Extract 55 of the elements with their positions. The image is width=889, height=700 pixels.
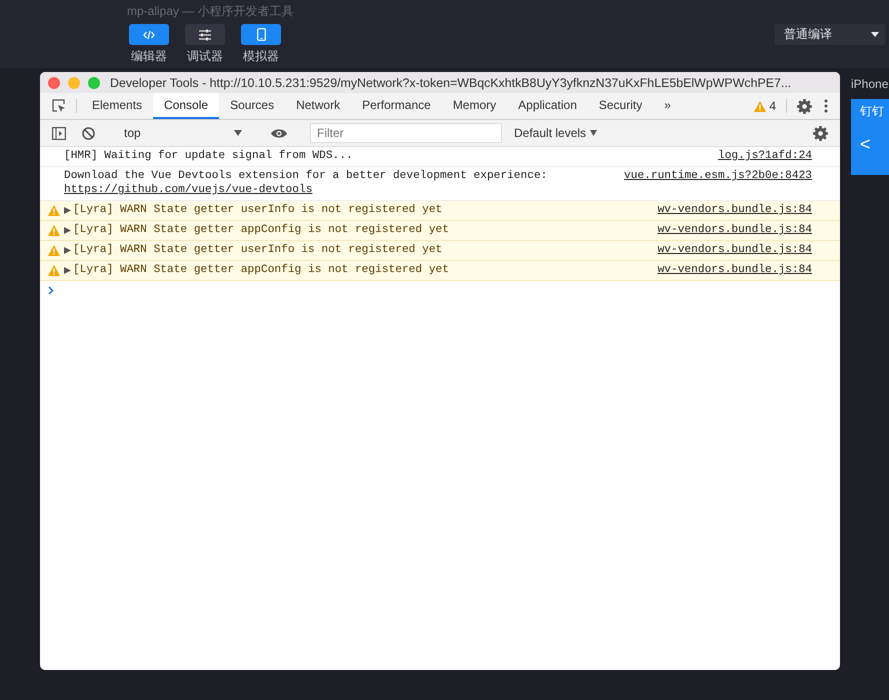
- mode-label: 调试器: [187, 48, 223, 65]
- caret-icon: [234, 130, 242, 136]
- back-button[interactable]: <: [860, 134, 889, 155]
- warning-icon: [48, 244, 60, 256]
- devtools-tab[interactable]: Application: [507, 93, 588, 119]
- filter-field[interactable]: Filter: [310, 123, 502, 143]
- warning-icon: [48, 224, 60, 236]
- message-text: [Lyra] WARN State getter appConfig is not registered yet: [73, 223, 449, 237]
- sliders-icon: [198, 28, 212, 40]
- source-link[interactable]: wv-vendors.bundle.js:84: [658, 203, 812, 217]
- message-text: Download the Vue Devtools extension for a better development experience:: [64, 169, 548, 183]
- devtools-tab[interactable]: Memory: [442, 93, 508, 119]
- window-title: Developer Tools - http://10.10.5.231:9529/myNetwork?x-token=WBqcKxhtkB8UyY3yfknzN37uKxFhLE5bElWpWPWchPE7...: [110, 76, 792, 90]
- caret-icon: [590, 130, 598, 136]
- source-link[interactable]: wv-vendors.bundle.js:84: [658, 243, 812, 257]
- warning-icon: [48, 204, 60, 216]
- message-text: [Lyra] WARN State getter appConfig is not registered yet: [73, 263, 449, 277]
- devtools-tab[interactable]: Performance: [351, 93, 442, 119]
- source-link[interactable]: wv-vendors.bundle.js:84: [658, 263, 812, 277]
- expand-arrow-icon[interactable]: [64, 266, 71, 274]
- devtools-tab[interactable]: Console: [153, 93, 220, 119]
- levels-select[interactable]: Default levels: [506, 126, 606, 140]
- expand-arrow-icon[interactable]: [64, 206, 71, 214]
- warning-counter[interactable]: 4: [748, 93, 782, 119]
- mode-button[interactable]: [185, 24, 225, 45]
- prompt-icon: [48, 286, 54, 294]
- caret-icon: [871, 32, 879, 37]
- expand-arrow-icon[interactable]: [64, 246, 71, 254]
- settings-icon[interactable]: [813, 126, 828, 140]
- device-label: iPhone: [851, 76, 889, 91]
- warning-icon: [754, 100, 766, 112]
- context-select[interactable]: top: [118, 123, 248, 143]
- message-link[interactable]: https://github.com/vuejs/vue-devtools: [64, 183, 612, 197]
- compile-select[interactable]: 普通编译: [775, 24, 885, 45]
- app-title: mp-alipay — 小程序开发者工具: [127, 3, 294, 20]
- source-link[interactable]: vue.runtime.esm.js?2b0e:8423: [624, 169, 812, 183]
- expand-arrow-icon[interactable]: [64, 226, 71, 234]
- warning-count: 4: [769, 99, 776, 113]
- code-icon: [143, 30, 155, 40]
- devtools-tab[interactable]: Network: [285, 93, 352, 119]
- source-link[interactable]: wv-vendors.bundle.js:84: [658, 223, 812, 237]
- mode-label: 编辑器: [131, 48, 167, 65]
- more-tabs-button[interactable]: »: [653, 93, 682, 119]
- source-link[interactable]: log.js?1afd:24: [718, 149, 812, 163]
- message-text: [Lyra] WARN State getter userInfo is not registered yet: [73, 203, 442, 217]
- nav-title: 钉钉: [860, 103, 885, 120]
- settings-icon[interactable]: [797, 98, 812, 114]
- devtools-tab[interactable]: Security: [588, 93, 654, 119]
- devtools-tab[interactable]: Elements: [81, 93, 154, 119]
- phone-icon: [256, 28, 266, 41]
- message-text: [Lyra] WARN State getter userInfo is not registered yet: [73, 243, 442, 257]
- devtools-tab[interactable]: Sources: [219, 93, 286, 119]
- message-text: [HMR] Waiting for update signal from WDS...: [64, 149, 353, 163]
- mode-label: 模拟器: [243, 48, 279, 65]
- warning-icon: [48, 264, 60, 276]
